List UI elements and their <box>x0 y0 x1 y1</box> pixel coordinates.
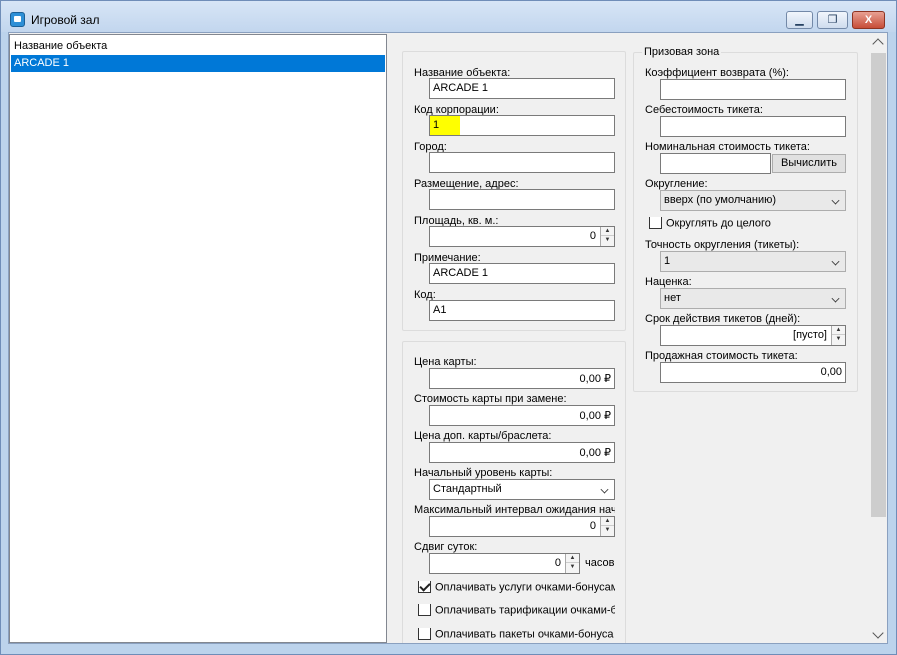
checkbox-unchecked-icon <box>418 604 431 616</box>
checkbox-unchecked-icon <box>649 217 662 229</box>
round-whole-checkbox[interactable]: Округлять до целого <box>649 217 846 230</box>
chevron-down-icon <box>831 257 840 266</box>
spin-up-icon[interactable]: ▲ <box>601 227 614 236</box>
title-bar: Игровой зал ▁ ❐ X <box>1 1 896 32</box>
pay-tariff-bonus-checkbox[interactable]: Оплачивать тарификации очками-б <box>418 604 615 617</box>
card-level-select[interactable]: Стандартный <box>429 479 615 500</box>
card-replace-input[interactable]: 0,00 ₽ <box>429 405 615 426</box>
vertical-scrollbar[interactable] <box>870 34 887 643</box>
chevron-down-icon <box>831 196 840 205</box>
list-header: Название объекта <box>14 40 108 52</box>
pay-packages-bonus-label: Оплачивать пакеты очками-бонуса <box>435 628 614 641</box>
max-wait-value: 0 <box>589 520 596 532</box>
precision-value: 1 <box>664 255 671 267</box>
rounding-value: вверх (по умолчанию) <box>664 194 776 206</box>
scroll-up-icon[interactable] <box>872 38 884 50</box>
validity-spin-buttons: ▲ ▼ <box>831 326 845 345</box>
area-stepper[interactable]: 0 ▲ ▼ <box>429 226 615 247</box>
max-wait-stepper[interactable]: 0 ▲ ▼ <box>429 516 615 537</box>
return-coef-input[interactable] <box>660 79 846 100</box>
spin-up-icon[interactable]: ▲ <box>601 517 614 526</box>
markup-label: Наценка: <box>645 276 692 288</box>
day-shift-unit: часов <box>585 557 615 569</box>
nominal-cost-input[interactable] <box>660 153 771 174</box>
code-input[interactable]: A1 <box>429 300 615 321</box>
checkbox-checked-icon <box>418 581 431 593</box>
window-title: Игровой зал <box>31 13 100 27</box>
return-coef-label: Коэффициент возврата (%): <box>645 67 789 79</box>
rounding-label: Округление: <box>645 178 708 190</box>
ticket-cost-label: Себестоимость тикета: <box>645 104 763 116</box>
spin-down-icon[interactable]: ▼ <box>566 563 579 572</box>
nominal-cost-label: Номинальная стоимость тикета: <box>645 141 810 153</box>
scroll-down-icon[interactable] <box>872 627 884 639</box>
pay-services-bonus-checkbox[interactable]: Оплачивать услуги очками-бонусам <box>418 581 615 594</box>
checkbox-unchecked-icon <box>418 628 431 640</box>
precision-select[interactable]: 1 <box>660 251 846 272</box>
spin-up-icon[interactable]: ▲ <box>832 326 845 335</box>
scroll-thumb[interactable] <box>871 53 886 517</box>
spin-down-icon[interactable]: ▼ <box>601 236 614 245</box>
maximize-button[interactable]: ❐ <box>817 11 848 29</box>
max-wait-spin-buttons: ▲ ▼ <box>600 517 614 536</box>
ticket-cost-input[interactable] <box>660 116 846 137</box>
rounding-select[interactable]: вверх (по умолчанию) <box>660 190 846 211</box>
markup-value: нет <box>664 292 681 304</box>
extra-card-label: Цена доп. карты/браслета: <box>414 430 552 442</box>
sale-price-input[interactable]: 0,00 <box>660 362 846 383</box>
pay-services-bonus-label: Оплачивать услуги очками-бонусам <box>435 581 615 594</box>
day-shift-stepper[interactable]: 0 ▲ ▼ <box>429 553 580 574</box>
chevron-down-icon <box>600 485 609 494</box>
spin-down-icon[interactable]: ▼ <box>601 526 614 535</box>
object-list[interactable]: Название объекта ARCADE 1 <box>9 34 387 643</box>
spin-down-icon[interactable]: ▼ <box>832 335 845 344</box>
app-icon <box>10 12 25 27</box>
name-input[interactable]: ARCADE 1 <box>429 78 615 99</box>
sale-price-label: Продажная стоимость тикета: <box>645 350 798 362</box>
close-button[interactable]: X <box>852 11 885 29</box>
card-price-input[interactable]: 0,00 ₽ <box>429 368 615 389</box>
minimize-button[interactable]: ▁ <box>786 11 813 29</box>
main-window: Игровой зал ▁ ❐ X Название объекта ARCAD… <box>0 0 897 655</box>
client-area: Название объекта ARCADE 1 Название объек… <box>8 32 888 644</box>
pay-tariff-bonus-label: Оплачивать тарификации очками-б <box>435 604 615 617</box>
list-item[interactable]: ARCADE 1 <box>11 55 385 72</box>
chevron-down-icon <box>831 294 840 303</box>
card-price-label: Цена карты: <box>414 356 477 368</box>
markup-select[interactable]: нет <box>660 288 846 309</box>
day-shift-spin-buttons: ▲ ▼ <box>565 554 579 573</box>
card-replace-label: Стоимость карты при замене: <box>414 393 567 405</box>
area-value: 0 <box>589 230 596 242</box>
validity-value: [пусто] <box>793 329 827 341</box>
details-panel: Название объекта: ARCADE 1 Код корпораци… <box>393 34 869 643</box>
precision-label: Точность округления (тикеты): <box>645 239 800 251</box>
address-input[interactable] <box>429 189 615 210</box>
corp-code-input[interactable]: 1 <box>429 115 615 136</box>
card-level-value: Стандартный <box>433 483 502 495</box>
round-whole-label: Округлять до целого <box>666 217 771 230</box>
spin-up-icon[interactable]: ▲ <box>566 554 579 563</box>
day-shift-value: 0 <box>554 557 561 569</box>
prize-zone-title: Призовая зона <box>642 46 722 58</box>
city-input[interactable] <box>429 152 615 173</box>
validity-label: Срок действия тикетов (дней): <box>645 313 801 325</box>
validity-stepper[interactable]: [пусто] ▲ ▼ <box>660 325 846 346</box>
calculate-button[interactable]: Вычислить <box>772 154 846 173</box>
note-input[interactable]: ARCADE 1 <box>429 263 615 284</box>
max-wait-label: Максимальный интервал ожидания нач <box>414 504 615 516</box>
card-level-label: Начальный уровень карты: <box>414 467 553 479</box>
pay-packages-bonus-checkbox[interactable]: Оплачивать пакеты очками-бонуса <box>418 628 615 641</box>
area-spin-buttons: ▲ ▼ <box>600 227 614 246</box>
extra-card-input[interactable]: 0,00 ₽ <box>429 442 615 463</box>
day-shift-label: Сдвиг суток: <box>414 541 478 553</box>
